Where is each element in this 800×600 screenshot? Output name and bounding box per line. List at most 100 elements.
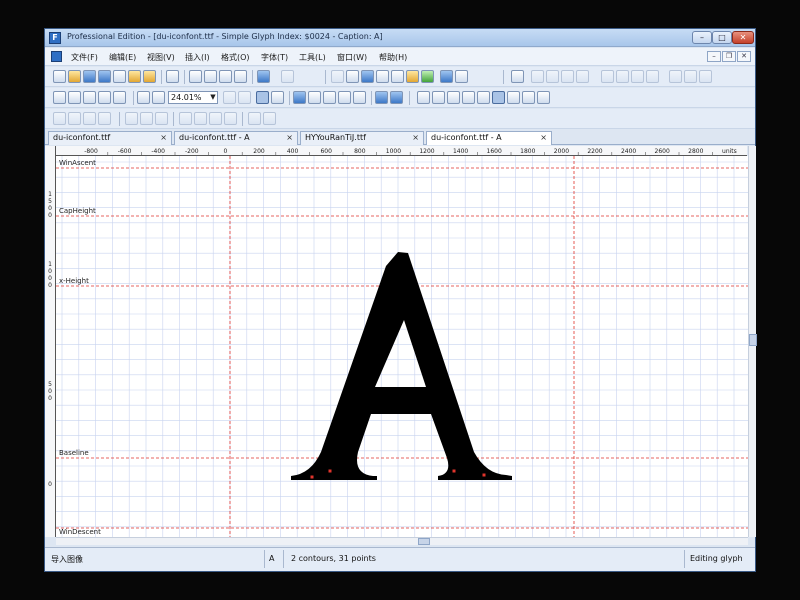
open-folder-icon[interactable] bbox=[68, 70, 81, 83]
paste-icon[interactable] bbox=[219, 70, 232, 83]
grid-icon[interactable] bbox=[391, 70, 404, 83]
menu-font[interactable]: 字体(T) bbox=[261, 52, 288, 63]
hand-icon[interactable] bbox=[83, 91, 96, 104]
mirror-icon[interactable] bbox=[248, 112, 261, 125]
lasso-icon[interactable] bbox=[68, 91, 81, 104]
glyph-properties-icon[interactable] bbox=[331, 70, 344, 83]
previous-glyph-icon[interactable] bbox=[375, 91, 388, 104]
mdi-restore-button[interactable]: ❐ bbox=[722, 51, 736, 62]
space-horizontal-icon[interactable] bbox=[179, 112, 192, 125]
edit-glyph-icon[interactable] bbox=[323, 91, 336, 104]
copy-icon[interactable] bbox=[204, 70, 217, 83]
menu-format[interactable]: 格式(O) bbox=[221, 52, 250, 63]
vertical-scroll-thumb[interactable] bbox=[749, 334, 757, 346]
document-icon[interactable] bbox=[51, 51, 62, 62]
pen-icon[interactable] bbox=[98, 91, 111, 104]
move-front-icon[interactable] bbox=[209, 112, 222, 125]
download-icon[interactable] bbox=[361, 70, 374, 83]
menu-help[interactable]: 帮助(H) bbox=[379, 52, 407, 63]
control-point[interactable] bbox=[328, 469, 332, 473]
minimize-button[interactable]: – bbox=[692, 31, 712, 44]
zoom-in-icon[interactable] bbox=[137, 91, 150, 104]
menu-insert[interactable]: 插入(I) bbox=[185, 52, 210, 63]
delete-icon[interactable] bbox=[234, 70, 247, 83]
horizontal-scroll-thumb[interactable] bbox=[418, 538, 430, 545]
cut-icon[interactable] bbox=[189, 70, 202, 83]
node-icon[interactable] bbox=[537, 91, 550, 104]
tab-du-iconfont[interactable]: du-iconfont.ttf × bbox=[48, 131, 172, 145]
zoom-out-icon[interactable] bbox=[152, 91, 165, 104]
move-back-icon[interactable] bbox=[224, 112, 237, 125]
import-icon[interactable] bbox=[128, 70, 141, 83]
menu-tools[interactable]: 工具(L) bbox=[299, 52, 326, 63]
save-icon[interactable] bbox=[83, 70, 96, 83]
undo-icon[interactable] bbox=[257, 70, 270, 83]
glyph-editing-canvas[interactable]: WinAscent CapHeight x-Height Baseline Wi… bbox=[56, 156, 748, 537]
align-middle-icon[interactable] bbox=[140, 112, 153, 125]
show-guides-icon[interactable] bbox=[432, 91, 445, 104]
measure-icon[interactable] bbox=[113, 91, 126, 104]
align-center-icon[interactable] bbox=[616, 70, 629, 83]
ellipse-icon[interactable] bbox=[353, 91, 366, 104]
flip-vertical-icon[interactable] bbox=[83, 112, 96, 125]
space-vertical-icon[interactable] bbox=[194, 112, 207, 125]
tab-hyyouranti[interactable]: HYYouRanTiJ.ttf × bbox=[300, 131, 424, 145]
align-left-icon[interactable] bbox=[601, 70, 614, 83]
typography-icon[interactable] bbox=[455, 70, 468, 83]
brush-icon[interactable] bbox=[531, 70, 544, 83]
control-point[interactable] bbox=[482, 473, 486, 477]
contour-icon[interactable] bbox=[308, 91, 321, 104]
mdi-minimize-button[interactable]: – bbox=[707, 51, 721, 62]
print-icon[interactable] bbox=[166, 70, 179, 83]
check-icon[interactable] bbox=[376, 70, 389, 83]
tab-du-iconfont-a[interactable]: du-iconfont.ttf - A × bbox=[174, 131, 298, 145]
chevron-down-icon[interactable]: ▼ bbox=[208, 91, 218, 104]
image-icon[interactable] bbox=[293, 91, 306, 104]
outline-preview-icon[interactable] bbox=[507, 91, 520, 104]
distribute-icon[interactable] bbox=[646, 70, 659, 83]
select-rect-icon[interactable] bbox=[53, 91, 66, 104]
show-bitmap-icon[interactable] bbox=[492, 91, 505, 104]
next-glyph-icon[interactable] bbox=[390, 91, 403, 104]
node-tool-icon[interactable] bbox=[271, 91, 284, 104]
menu-file[interactable]: 文件(F) bbox=[71, 52, 98, 63]
align-right-icon[interactable] bbox=[631, 70, 644, 83]
export-icon[interactable] bbox=[113, 70, 126, 83]
ungroup-icon[interactable] bbox=[684, 70, 697, 83]
tab-du-iconfont-a-active[interactable]: du-iconfont.ttf - A × bbox=[426, 131, 552, 145]
validate-icon[interactable] bbox=[421, 70, 434, 83]
generate-font-icon[interactable] bbox=[406, 70, 419, 83]
redo-icon[interactable] bbox=[281, 70, 294, 83]
align-top-icon[interactable] bbox=[125, 112, 138, 125]
new-file-icon[interactable] bbox=[53, 70, 66, 83]
show-background-icon[interactable] bbox=[477, 91, 490, 104]
rectangle-icon[interactable] bbox=[338, 91, 351, 104]
show-metrics-icon[interactable] bbox=[462, 91, 475, 104]
menu-window[interactable]: 窗口(W) bbox=[337, 52, 367, 63]
menu-edit[interactable]: 编辑(E) bbox=[109, 52, 136, 63]
show-grid-icon[interactable] bbox=[417, 91, 430, 104]
fit-window-icon[interactable] bbox=[223, 91, 236, 104]
combine-icon[interactable] bbox=[699, 70, 712, 83]
transform-icon[interactable] bbox=[53, 112, 66, 125]
close-tab-icon[interactable]: × bbox=[160, 132, 167, 144]
mdi-close-button[interactable]: ✕ bbox=[737, 51, 751, 62]
pointer-tool-icon[interactable] bbox=[256, 91, 269, 104]
font-properties-icon[interactable] bbox=[346, 70, 359, 83]
group-icon[interactable] bbox=[669, 70, 682, 83]
hinting-icon[interactable] bbox=[522, 91, 535, 104]
node-add-icon[interactable] bbox=[546, 70, 559, 83]
close-tab-icon[interactable]: × bbox=[412, 132, 419, 144]
scale-icon[interactable] bbox=[263, 112, 276, 125]
horizontal-scrollbar[interactable] bbox=[56, 537, 748, 545]
control-point[interactable] bbox=[310, 475, 314, 479]
flip-horizontal-icon[interactable] bbox=[68, 112, 81, 125]
node-remove-icon[interactable] bbox=[561, 70, 574, 83]
node-type-icon[interactable] bbox=[576, 70, 589, 83]
test-install-icon[interactable] bbox=[440, 70, 453, 83]
close-tab-icon[interactable]: × bbox=[286, 132, 293, 144]
actual-size-icon[interactable] bbox=[238, 91, 251, 104]
control-point[interactable] bbox=[452, 469, 456, 473]
layout-icon[interactable] bbox=[511, 70, 524, 83]
maximize-button[interactable]: □ bbox=[712, 31, 732, 44]
